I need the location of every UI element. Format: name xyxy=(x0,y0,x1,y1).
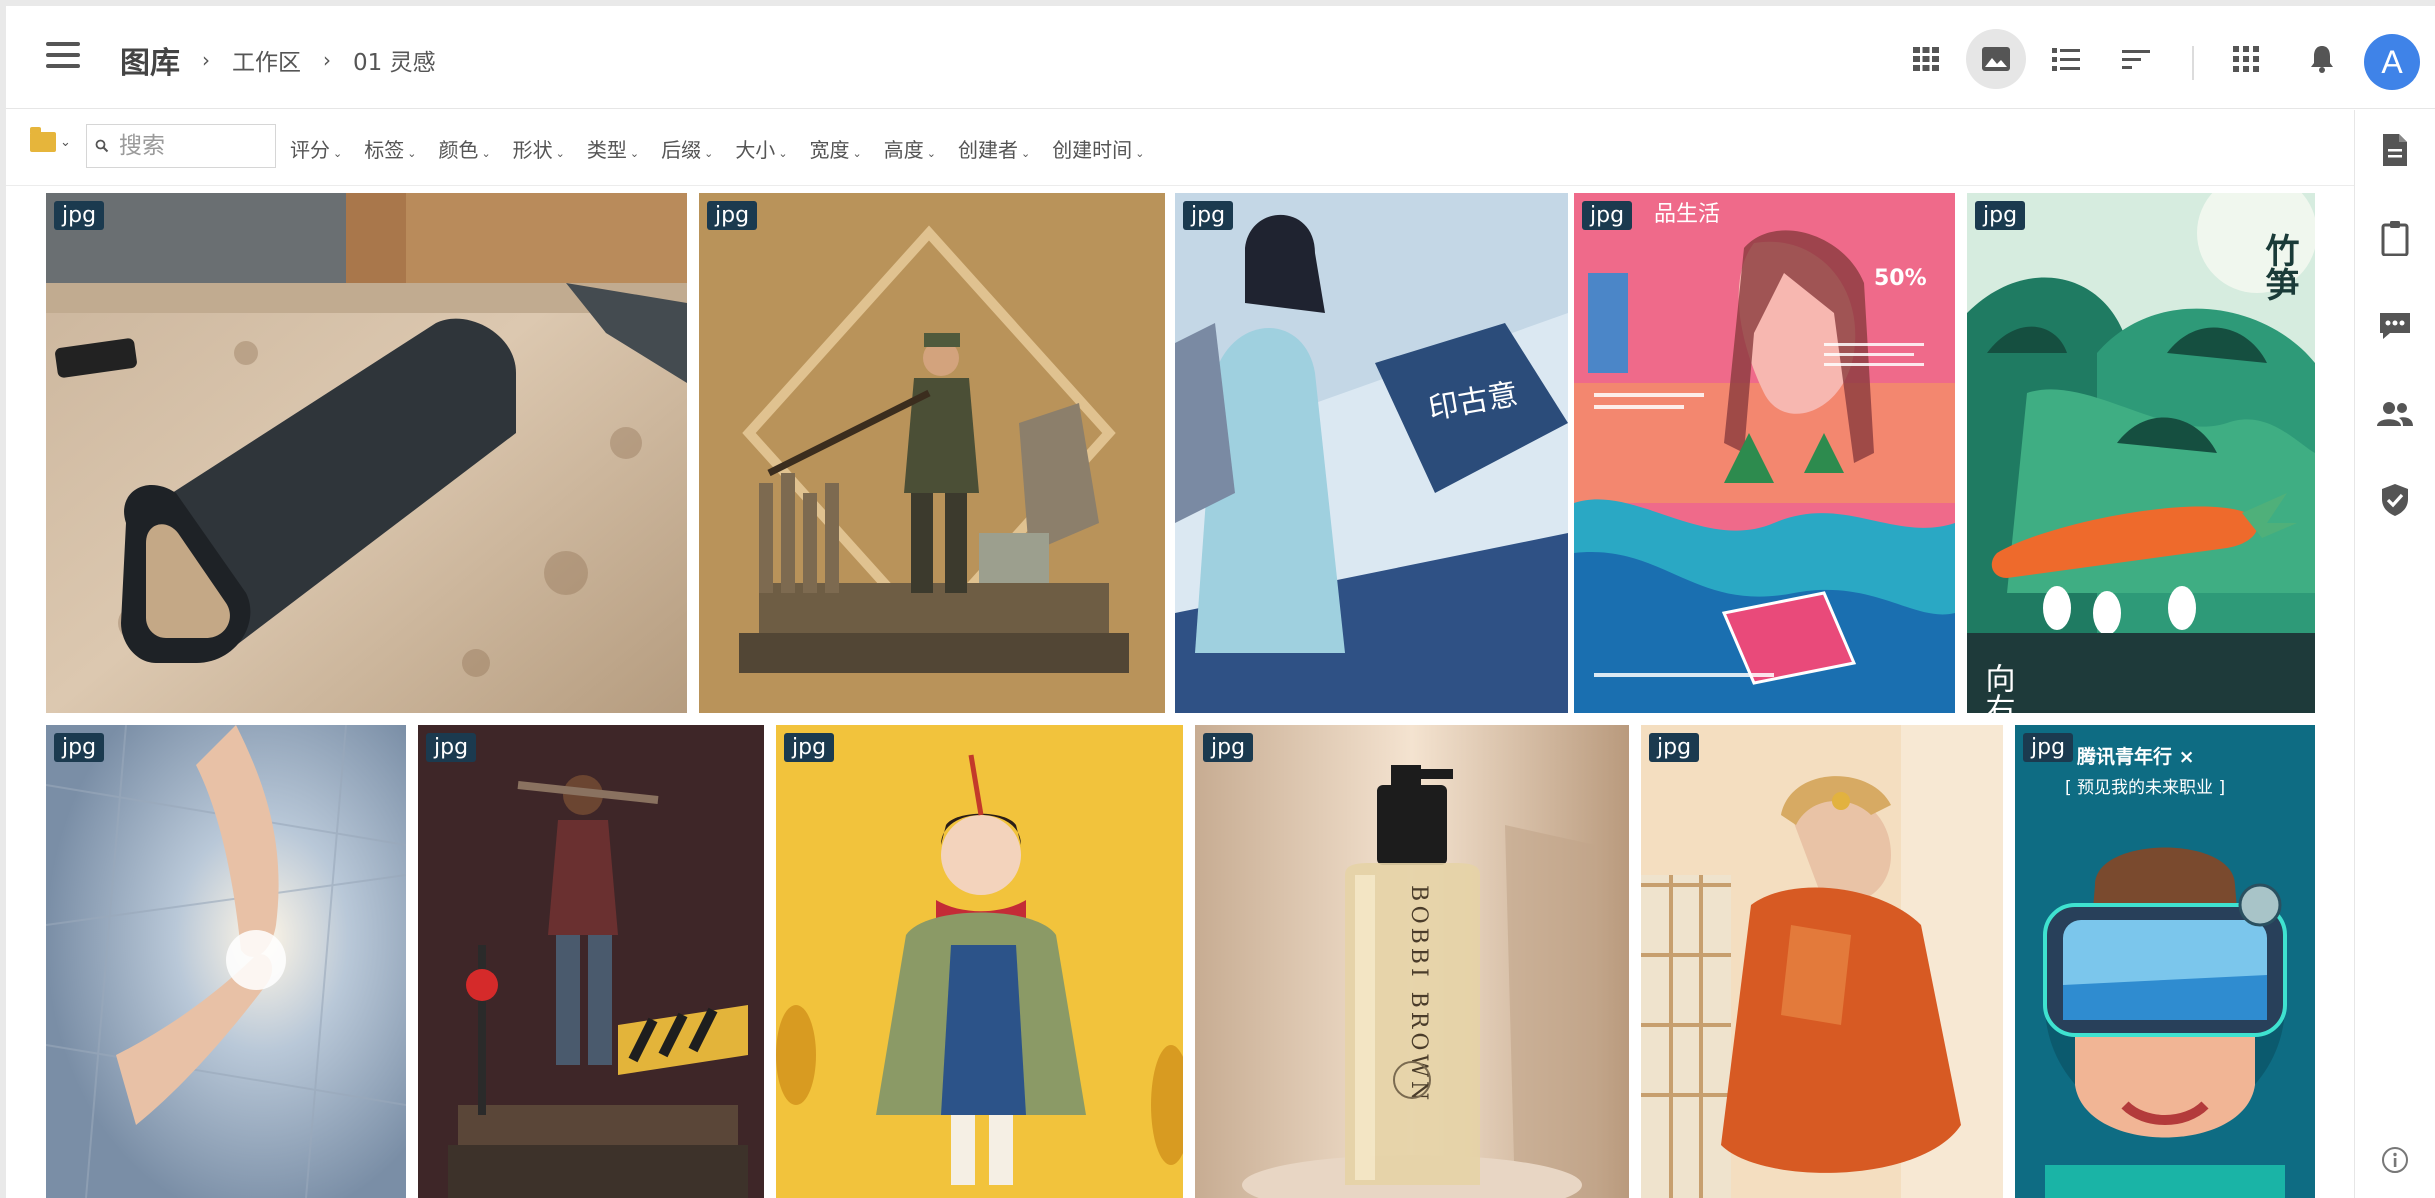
poster-title: 竹笋 xyxy=(2259,233,2299,301)
shield-check-icon[interactable] xyxy=(2375,480,2415,520)
avatar[interactable]: A xyxy=(2364,34,2420,90)
filter-width[interactable]: 宽度 ⌄ xyxy=(810,134,862,163)
breadcrumb: 图库 › 工作区 › 01 灵感 xyxy=(120,38,436,82)
file-type-badge: jpg xyxy=(54,733,105,762)
chevron-down-icon: ⌄ xyxy=(778,146,788,160)
grid-icon[interactable] xyxy=(1896,29,1956,89)
chevron-down-icon: ⌄ xyxy=(60,134,71,150)
kimono-woman-photo xyxy=(1641,725,2003,1198)
filter-extension[interactable]: 后缀 ⌄ xyxy=(661,134,713,163)
file-type-badge: jpg xyxy=(1649,733,1700,762)
file-type-badge: jpg xyxy=(1203,733,1254,762)
file-type-badge: jpg xyxy=(784,733,835,762)
filter-bar: ⌄ 评分⌄ 标签⌄ 颜色⌄ 形状⌄ 类型⌄ 后缀⌄ 大小⌄ 宽度⌄ 高度⌄ 创建… xyxy=(6,110,2354,186)
child-portrait-photo xyxy=(776,725,1183,1198)
chevron-down-icon: ⌄ xyxy=(555,146,565,160)
gallery-item[interactable]: 印古意 jpg xyxy=(1175,193,1568,713)
right-sidebar xyxy=(2354,110,2435,1198)
file-type-badge: jpg xyxy=(54,201,105,230)
chevron-right-icon: › xyxy=(202,48,210,72)
clipboard-icon[interactable] xyxy=(2375,218,2415,258)
file-type-badge: jpg xyxy=(1975,201,2026,230)
filter-created-time[interactable]: 创建时间 ⌄ xyxy=(1052,134,1144,163)
magazine-title: 品生活 xyxy=(1654,202,1720,227)
magazine-percent: 50% xyxy=(1874,266,1927,291)
soldier-figure-art xyxy=(699,193,1165,713)
search-input[interactable] xyxy=(119,133,269,159)
chevron-right-icon: › xyxy=(323,48,331,72)
file-type-badge: jpg xyxy=(2023,733,2074,762)
bell-icon[interactable] xyxy=(2292,29,2352,89)
cleansing-oil-bottle-photo: BOBBI BROWN xyxy=(1195,725,1629,1198)
poster-headline: 腾讯青年行 × xyxy=(2076,745,2195,768)
chevron-down-icon: ⌄ xyxy=(333,146,343,160)
info-icon[interactable] xyxy=(2375,1140,2415,1180)
chevron-down-icon: ⌄ xyxy=(407,146,417,160)
gallery-item[interactable]: 品生活 50% jpg xyxy=(1574,193,1955,713)
gallery-item[interactable]: 腾讯青年行 × [ 预见我的未来职业 ] jpg xyxy=(2015,725,2315,1198)
chevron-down-icon: ⌄ xyxy=(1020,146,1031,160)
hands-light-photo xyxy=(46,725,406,1198)
file-type-badge: jpg xyxy=(1582,201,1633,230)
file-type-badge: jpg xyxy=(1183,201,1234,230)
app-header: 图库 › 工作区 › 01 灵感 A xyxy=(6,6,2435,109)
search-icon xyxy=(95,139,109,153)
folder-dropdown[interactable]: ⌄ xyxy=(30,127,71,152)
filter-rating[interactable]: 评分 ⌄ xyxy=(290,134,342,163)
gallery-item[interactable]: jpg xyxy=(46,725,406,1198)
gallery-item[interactable]: jpg xyxy=(1641,725,2003,1198)
chevron-down-icon: ⌄ xyxy=(481,146,491,160)
magazine-cover-art: 品生活 50% xyxy=(1574,193,1955,713)
filter-shape[interactable]: 形状 ⌄ xyxy=(513,134,565,163)
people-icon[interactable] xyxy=(2375,394,2415,434)
header-divider xyxy=(2192,46,2194,80)
list-icon[interactable] xyxy=(2036,29,2096,89)
breadcrumb-item-workspace[interactable]: 工作区 xyxy=(232,43,301,77)
breadcrumb-root[interactable]: 图库 xyxy=(120,38,180,82)
sort-icon[interactable] xyxy=(2106,29,2166,89)
filter-height[interactable]: 高度 ⌄ xyxy=(884,134,936,163)
gallery-item[interactable]: jpg xyxy=(699,193,1165,713)
filter-type[interactable]: 类型 ⌄ xyxy=(587,134,639,163)
gallery-item[interactable]: jpg xyxy=(46,193,687,713)
chevron-down-icon: ⌄ xyxy=(852,146,862,160)
comment-icon[interactable] xyxy=(2375,306,2415,346)
filter-list: 评分 ⌄ 标签 ⌄ 颜色 ⌄ 形状 ⌄ 类型 ⌄ 后缀 ⌄ 大小 ⌄ 宽度 ⌄ 高度 ⌄ 创建者 ⌄… xyxy=(290,132,1166,164)
bamboo-shoot-poster: 竹笋 向右 xyxy=(1967,193,2315,713)
filter-tags[interactable]: 标签 ⌄ xyxy=(364,134,416,163)
chinese-girl-illustration: 印古意 xyxy=(1175,193,1568,713)
image-gallery: jpg jpg 印古意 jpg 品生活 50% jpg 竹笋 向右 jpg jp… xyxy=(6,187,2354,1198)
filter-creator[interactable]: 创建者 ⌄ xyxy=(958,134,1030,163)
file-type-badge: jpg xyxy=(707,201,758,230)
survivor-figure-art xyxy=(418,725,764,1198)
filter-size[interactable]: 大小 ⌄ xyxy=(735,134,787,163)
gallery-item[interactable]: 竹笋 向右 jpg xyxy=(1967,193,2315,713)
chevron-down-icon: ⌄ xyxy=(1135,146,1145,160)
apps-icon[interactable] xyxy=(2216,29,2276,89)
gallery-item[interactable]: BOBBI BROWN jpg xyxy=(1195,725,1629,1198)
chevron-down-icon: ⌄ xyxy=(926,146,936,160)
chevron-down-icon: ⌄ xyxy=(629,146,640,160)
gallery-item[interactable]: jpg xyxy=(776,725,1183,1198)
document-icon[interactable] xyxy=(2375,130,2415,170)
image-view-icon[interactable] xyxy=(1966,29,2026,89)
speaker-photo xyxy=(46,193,687,713)
poster-tagline: [ 预见我的未来职业 ] xyxy=(2065,778,2225,798)
file-type-badge: jpg xyxy=(426,733,477,762)
gallery-item[interactable]: jpg xyxy=(418,725,764,1198)
chevron-down-icon: ⌄ xyxy=(704,146,714,160)
filter-color[interactable]: 颜色 ⌄ xyxy=(438,134,490,163)
folder-icon xyxy=(30,127,56,152)
search-box[interactable] xyxy=(86,124,276,168)
poster-subtitle: 向右 xyxy=(1980,663,2016,713)
vr-career-poster: 腾讯青年行 × [ 预见我的未来职业 ] xyxy=(2015,725,2315,1198)
hamburger-menu-icon[interactable] xyxy=(46,42,80,72)
breadcrumb-item-current[interactable]: 01 灵感 xyxy=(353,43,436,77)
